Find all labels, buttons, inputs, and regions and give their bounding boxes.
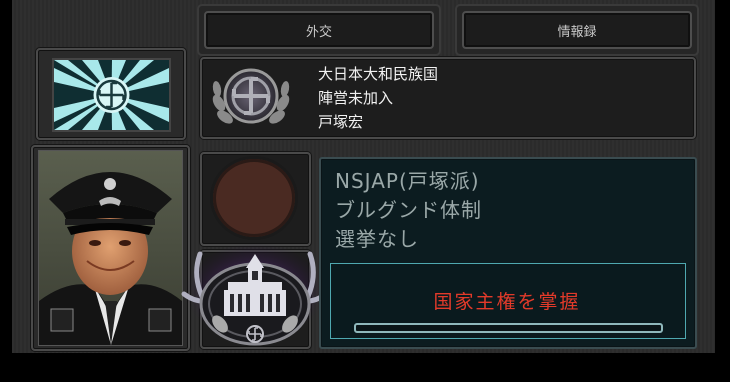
diet-building-emblem-icon[interactable] — [170, 236, 340, 352]
laurel-wreath-emblem-icon[interactable] — [205, 59, 297, 133]
election-status: 選挙なし — [335, 227, 419, 251]
power-progress-bar — [354, 323, 663, 333]
country-name: 大日本大和民族国 — [318, 65, 439, 83]
ruling-party[interactable]: NSJAP(戸塚派) — [335, 167, 480, 195]
leader-portrait[interactable] — [38, 150, 183, 346]
diplomacy-tab-label: 外交 — [305, 24, 332, 40]
rising-sun-swastika-flag-icon[interactable] — [52, 58, 171, 132]
faction-status: 陣営未加入 — [318, 89, 394, 107]
country-view-panel: 外交 情報録 大日本大和民族国 陣営未加入 戸塚宏 NSJAP(戸塚派) ブルグ… — [0, 0, 730, 382]
intel-tab[interactable]: 情報録 — [462, 11, 692, 49]
government-type: ブルグンド体制 — [335, 198, 482, 222]
leader-name[interactable]: 戸塚宏 — [318, 111, 363, 134]
party-color-icon — [213, 159, 295, 237]
diplomacy-tab[interactable]: 外交 — [204, 11, 434, 49]
power-status-text: 国家主権を掌握 — [433, 291, 581, 313]
intel-tab-label: 情報録 — [557, 24, 597, 40]
